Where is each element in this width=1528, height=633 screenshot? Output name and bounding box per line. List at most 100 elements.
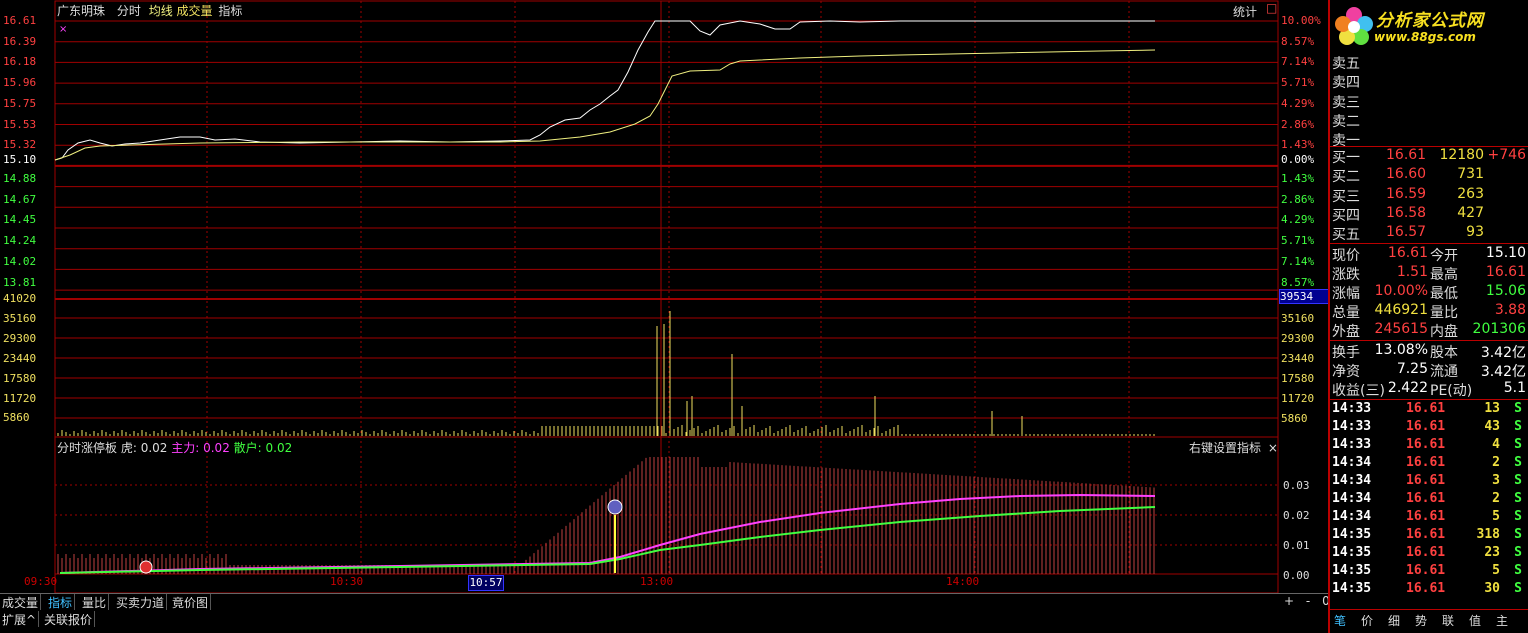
- pct-tick-up: 5.71%: [1281, 76, 1315, 90]
- volume-label[interactable]: 成交量: [177, 4, 213, 18]
- avg-line-label[interactable]: 均线: [149, 4, 173, 18]
- finance-value-2: 3.42亿: [1480, 345, 1526, 361]
- quote-row: 总量 446921 量比 3.88: [1330, 301, 1528, 321]
- right-tab-2[interactable]: 细: [1388, 612, 1400, 629]
- pct-tick-down: 7.14%: [1281, 254, 1315, 268]
- buy-order-price: 16.60: [1386, 166, 1427, 183]
- quote-label-2: 最高: [1430, 267, 1458, 283]
- tick-price: 16.61: [1406, 581, 1446, 596]
- tick-time: 14:34: [1332, 455, 1372, 470]
- tiger-value: 虎: 0.02: [120, 441, 168, 455]
- buy-order-label: 买三: [1332, 188, 1360, 205]
- indicator-label[interactable]: 指标: [218, 4, 242, 18]
- chart-header: 广东明珠 分时 均线 成交量 指标: [57, 2, 242, 19]
- price-tick-down: 14.67: [3, 192, 37, 206]
- tick-price: 16.61: [1406, 437, 1446, 452]
- signal-dot-icon: [139, 560, 153, 574]
- panel-separator: [1330, 609, 1528, 610]
- indicator-settings-label[interactable]: 右键设置指标: [1189, 441, 1261, 455]
- volume-tick: 11720: [3, 391, 37, 405]
- right-tab-3[interactable]: 势: [1415, 612, 1427, 629]
- finance-value-2: 3.42亿: [1480, 364, 1526, 380]
- tick-time: 14:35: [1332, 527, 1372, 542]
- limit-up-marker-icon: [607, 499, 623, 515]
- zoom-controls: + - 0: [1280, 594, 1334, 608]
- buy-order-change: +746: [1487, 147, 1526, 163]
- price-tick-up: 16.61: [3, 14, 37, 27]
- quote-label: 外盘: [1332, 324, 1360, 340]
- zoom-out-button[interactable]: -: [1302, 594, 1314, 608]
- tick-volume: 3: [1492, 473, 1500, 488]
- buy-order-volume: 731: [1457, 166, 1484, 183]
- sell-order-row: 卖五: [1330, 52, 1528, 72]
- indicator-header: 分时涨停板 虎: 0.02 主力: 0.02 散户: 0.02: [57, 439, 292, 456]
- tick-side: S: [1514, 527, 1522, 542]
- quote-row: 外盘 245615 内盘 201306: [1330, 320, 1528, 340]
- stats-button[interactable]: 统计: [1233, 3, 1257, 20]
- pct-tick-down: 2.86%: [1281, 192, 1315, 206]
- buy-order-label: 买五: [1332, 227, 1360, 244]
- bottom-tab2-1[interactable]: 关联报价: [42, 611, 96, 627]
- flower-logo-icon: [1335, 7, 1373, 45]
- bottom-tab-2[interactable]: 量比: [80, 594, 110, 610]
- volume-cursor-value: 39534: [1279, 289, 1329, 304]
- retail-value: 散户: 0.02: [233, 441, 293, 455]
- indicator-tick: 0.01: [1283, 539, 1310, 552]
- tick-time: 14:33: [1332, 419, 1372, 434]
- tick-time: 14:35: [1332, 581, 1372, 596]
- bottom-tab-1[interactable]: 指标: [46, 594, 76, 610]
- tick-volume: 4: [1492, 437, 1500, 452]
- sell-order-row: 卖四: [1330, 71, 1528, 91]
- buy-order-row: 买二 16.60 731: [1330, 165, 1528, 185]
- pct-tick-up: 7.14%: [1281, 55, 1315, 69]
- price-tick-up: 16.39: [3, 34, 37, 48]
- buy-order-price: 16.58: [1386, 204, 1427, 221]
- bottom-tab-4[interactable]: 竟价图: [170, 594, 212, 610]
- intraday-chart[interactable]: [0, 0, 1330, 594]
- main-value: 主力: 0.02: [171, 441, 230, 455]
- price-tick-down: 14.88: [3, 172, 37, 185]
- cross-marker-icon: ×: [59, 24, 68, 35]
- tick-side: S: [1514, 455, 1522, 470]
- price-tick-up: 15.32: [3, 138, 37, 152]
- bottom-tab-3[interactable]: 买卖力道: [114, 594, 168, 610]
- tick-price: 16.61: [1406, 473, 1446, 488]
- right-tab-5[interactable]: 值: [1469, 612, 1481, 629]
- buy-order-label: 买四: [1332, 207, 1360, 224]
- indicator-tick: 0.00: [1283, 569, 1310, 582]
- close-box-icon[interactable]: □: [1266, 1, 1277, 15]
- finance-row: 收益(三) 2.422 PE(动) 5.1: [1330, 379, 1528, 399]
- tick-side: S: [1514, 437, 1522, 452]
- right-tab-6[interactable]: 主: [1496, 612, 1508, 629]
- zoom-in-button[interactable]: +: [1280, 594, 1298, 608]
- quote-value-2: 201306: [1472, 321, 1526, 337]
- right-tab-1[interactable]: 价: [1361, 612, 1373, 629]
- tick-side: S: [1514, 401, 1522, 416]
- quote-label-2: 内盘: [1430, 324, 1458, 340]
- indicator-name[interactable]: 分时涨停板: [57, 441, 117, 455]
- tick-row: 14:34 16.61 3 S: [1330, 472, 1528, 490]
- price-tick-up: 15.75: [3, 96, 37, 110]
- tick-row: 14:33 16.61 13 S: [1330, 400, 1528, 418]
- bottom-tab2-0[interactable]: 扩展^: [0, 611, 40, 627]
- tick-row: 14:35 16.61 5 S: [1330, 562, 1528, 580]
- finance-label: 收益(三): [1332, 383, 1385, 399]
- tick-price: 16.61: [1406, 563, 1446, 578]
- volume-tick-right: 29300: [1281, 331, 1315, 345]
- buy-order-volume: 12180: [1439, 147, 1484, 163]
- mode-label[interactable]: 分时: [117, 4, 141, 18]
- tick-side: S: [1514, 563, 1522, 578]
- pct-tick-down: 8.57%: [1281, 275, 1315, 289]
- right-tab-0[interactable]: 笔: [1334, 612, 1346, 629]
- tick-row: 14:33 16.61 43 S: [1330, 418, 1528, 436]
- quote-value-2: 16.61: [1485, 264, 1526, 280]
- indicator-settings: 右键设置指标 ×: [1189, 439, 1278, 456]
- tick-row: 14:35 16.61 23 S: [1330, 544, 1528, 562]
- bottom-tab-0[interactable]: 成交量: [0, 594, 42, 610]
- tick-time: 14:35: [1332, 563, 1372, 578]
- finance-label-2: 流通: [1430, 364, 1458, 380]
- indicator-close-icon[interactable]: ×: [1268, 441, 1278, 455]
- pct-tick-down: 4.29%: [1281, 213, 1315, 227]
- right-tab-4[interactable]: 联: [1442, 612, 1454, 629]
- indicator-tick: 0.02: [1283, 509, 1310, 522]
